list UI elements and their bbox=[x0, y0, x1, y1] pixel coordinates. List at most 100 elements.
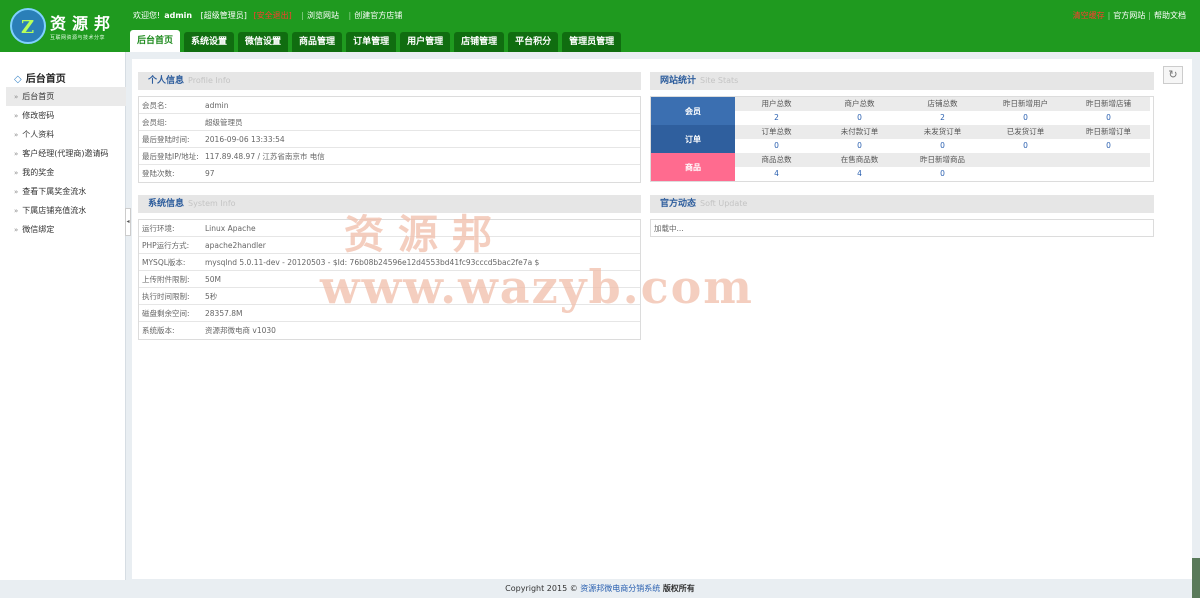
username: admin bbox=[164, 11, 193, 20]
sidebar-item-label: 微信绑定 bbox=[22, 225, 55, 234]
row-key: 最后登陆IP/地址: bbox=[142, 152, 199, 161]
stat-cell bbox=[1067, 153, 1150, 181]
side-widget[interactable] bbox=[1192, 558, 1200, 598]
sidebar-item-invite-code[interactable]: » 客户经理(代理商)邀请码 bbox=[6, 144, 126, 163]
stat-cell: 店铺总数 2 bbox=[901, 97, 984, 125]
row-value: 117.89.48.97 / 江苏省南京市 电信 bbox=[205, 152, 325, 161]
sidebar-title: ◇ 后台首页 bbox=[14, 70, 66, 85]
panel-title: 个人信息 bbox=[148, 76, 185, 86]
tab-users[interactable]: 用户管理 bbox=[400, 32, 451, 52]
stat-label bbox=[984, 153, 1067, 167]
tab-admins[interactable]: 管理员管理 bbox=[562, 32, 622, 52]
sidebar-item-wechat-bind[interactable]: » 微信绑定 bbox=[6, 220, 126, 239]
stat-value[interactable]: 4 bbox=[818, 167, 901, 181]
main-content: 个人信息 Profile Info 会员名: admin 会员组: 超级管理员 最后登… bbox=[132, 59, 1192, 579]
chevron-left-icon: ◂ bbox=[126, 218, 130, 225]
stat-cell: 商品总数 4 bbox=[735, 153, 818, 181]
table-row: MYSQL版本: mysqlnd 5.0.11-dev - 20120503 - … bbox=[139, 254, 640, 271]
footer-link[interactable]: 资源邦微电商分销系统 bbox=[580, 584, 660, 593]
divider: | bbox=[348, 11, 352, 20]
stat-cell: 在售商品数 4 bbox=[818, 153, 901, 181]
create-shop-link[interactable]: 创建官方店铺 bbox=[354, 11, 402, 20]
tab-wechat-settings[interactable]: 微信设置 bbox=[238, 32, 289, 52]
stat-value bbox=[984, 167, 1067, 181]
logout-link[interactable]: [安全退出] bbox=[253, 11, 291, 20]
row-key: 上传附件限制: bbox=[142, 275, 190, 284]
table-row: 会员组: 超级管理员 bbox=[139, 114, 640, 131]
chevron-right-icon: » bbox=[14, 226, 19, 234]
refresh-button[interactable]: ↻ bbox=[1163, 66, 1183, 84]
stat-cell bbox=[984, 153, 1067, 181]
tab-products[interactable]: 商品管理 bbox=[292, 32, 343, 52]
divider: | bbox=[301, 11, 304, 20]
stat-cell: 商户总数 0 bbox=[818, 97, 901, 125]
top-header: Z 资源邦 互联网资源与技术分享 欢迎您! admin [超级管理员] [安全退出… bbox=[0, 0, 1200, 52]
row-value: admin bbox=[205, 101, 229, 110]
chevron-right-icon: » bbox=[14, 150, 19, 158]
table-row: 登陆次数: 97 bbox=[139, 165, 640, 182]
stat-value[interactable]: 0 bbox=[1067, 139, 1150, 153]
row-value: 50M bbox=[205, 275, 222, 284]
stat-label: 未发货订单 bbox=[901, 125, 984, 139]
tab-points[interactable]: 平台积分 bbox=[508, 32, 559, 52]
stat-value[interactable]: 0 bbox=[901, 167, 984, 181]
stat-value[interactable]: 0 bbox=[984, 111, 1067, 125]
tab-orders[interactable]: 订单管理 bbox=[346, 32, 397, 52]
table-row: PHP运行方式: apache2handler bbox=[139, 237, 640, 254]
stats-row-label: 商品 bbox=[651, 153, 735, 181]
stat-value[interactable]: 0 bbox=[818, 139, 901, 153]
sidebar-title-label: 后台首页 bbox=[25, 74, 66, 85]
row-key: 系统版本: bbox=[142, 326, 175, 335]
stat-value[interactable]: 2 bbox=[901, 111, 984, 125]
sidebar-item-sub-shop-recharge[interactable]: » 下属店铺充值流水 bbox=[6, 201, 126, 220]
stat-cell: 昨日新增商品 0 bbox=[901, 153, 984, 181]
chevron-right-icon: » bbox=[14, 169, 19, 177]
stat-value[interactable]: 0 bbox=[984, 139, 1067, 153]
stat-label: 昨日新增订单 bbox=[1067, 125, 1150, 139]
stat-cell: 未发货订单 0 bbox=[901, 125, 984, 153]
sidebar-item-dashboard[interactable]: » 后台首页 bbox=[6, 87, 126, 106]
sidebar-item-label: 个人资料 bbox=[22, 130, 55, 139]
stat-value[interactable]: 0 bbox=[818, 111, 901, 125]
stat-label bbox=[1067, 153, 1150, 167]
stat-value[interactable]: 4 bbox=[735, 167, 818, 181]
table-row: 最后登陆时间: 2016-09-06 13:33:54 bbox=[139, 131, 640, 148]
row-value: 资源邦微电商 v1030 bbox=[205, 326, 276, 335]
stats-row-orders: 订单 订单总数 0 未付款订单 0 未发货订单 0 已发货订单 0 昨日新增订单 0 bbox=[651, 125, 1153, 153]
sidebar-item-sub-bonus-flow[interactable]: » 查看下属奖金流水 bbox=[6, 182, 126, 201]
sidebar-item-profile[interactable]: » 个人资料 bbox=[6, 125, 126, 144]
stat-value[interactable]: 0 bbox=[1067, 111, 1150, 125]
profile-table: 会员名: admin 会员组: 超级管理员 最后登陆时间: 2016-09-06 13… bbox=[138, 96, 641, 183]
stat-label: 已发货订单 bbox=[984, 125, 1067, 139]
sidebar-item-change-password[interactable]: » 修改密码 bbox=[6, 106, 126, 125]
browse-site-link[interactable]: 浏览网站 bbox=[307, 11, 339, 20]
help-docs-link[interactable]: 帮助文档 bbox=[1154, 11, 1186, 20]
sidebar-collapse-toggle[interactable]: ◂ bbox=[125, 208, 131, 236]
tab-shops[interactable]: 店铺管理 bbox=[454, 32, 505, 52]
stat-cell: 昨日新增店铺 0 bbox=[1067, 97, 1150, 125]
welcome-text: 欢迎您! bbox=[133, 11, 161, 20]
stats-row-products: 商品 商品总数 4 在售商品数 4 昨日新增商品 0 bbox=[651, 153, 1153, 181]
sidebar-item-label: 查看下属奖金流水 bbox=[22, 187, 87, 196]
tab-system-settings[interactable]: 系统设置 bbox=[184, 32, 235, 52]
sidebar-item-bonus[interactable]: » 我的奖金 bbox=[6, 163, 126, 182]
home-icon: ◇ bbox=[14, 74, 22, 85]
stat-label: 昨日新增店铺 bbox=[1067, 97, 1150, 111]
row-key: PHP运行方式: bbox=[142, 241, 190, 250]
tab-dashboard[interactable]: 后台首页 bbox=[130, 30, 181, 52]
table-row: 会员名: admin bbox=[139, 97, 640, 114]
site-logo[interactable]: Z 资源邦 互联网资源与技术分享 bbox=[8, 6, 128, 46]
stat-label: 商品总数 bbox=[735, 153, 818, 167]
stat-value[interactable]: 0 bbox=[735, 139, 818, 153]
stat-cell: 已发货订单 0 bbox=[984, 125, 1067, 153]
official-site-link[interactable]: 官方网站 bbox=[1113, 11, 1145, 20]
clear-cache-link[interactable]: 清空缓存 bbox=[1073, 11, 1105, 20]
system-info-table: 运行环境: Linux Apache PHP运行方式: apache2handler… bbox=[138, 219, 641, 340]
stat-value[interactable]: 2 bbox=[735, 111, 818, 125]
stat-label: 在售商品数 bbox=[818, 153, 901, 167]
stat-value[interactable]: 0 bbox=[901, 139, 984, 153]
stats-grid: 会员 用户总数 2 商户总数 0 店铺总数 2 昨日新增用户 0 昨日新增店铺 0 订单 … bbox=[650, 96, 1154, 182]
footer-rights: 版权所有 bbox=[662, 584, 695, 593]
logo-mark-letter: Z bbox=[21, 17, 35, 38]
sidebar-item-label: 下属店铺充值流水 bbox=[22, 206, 87, 215]
